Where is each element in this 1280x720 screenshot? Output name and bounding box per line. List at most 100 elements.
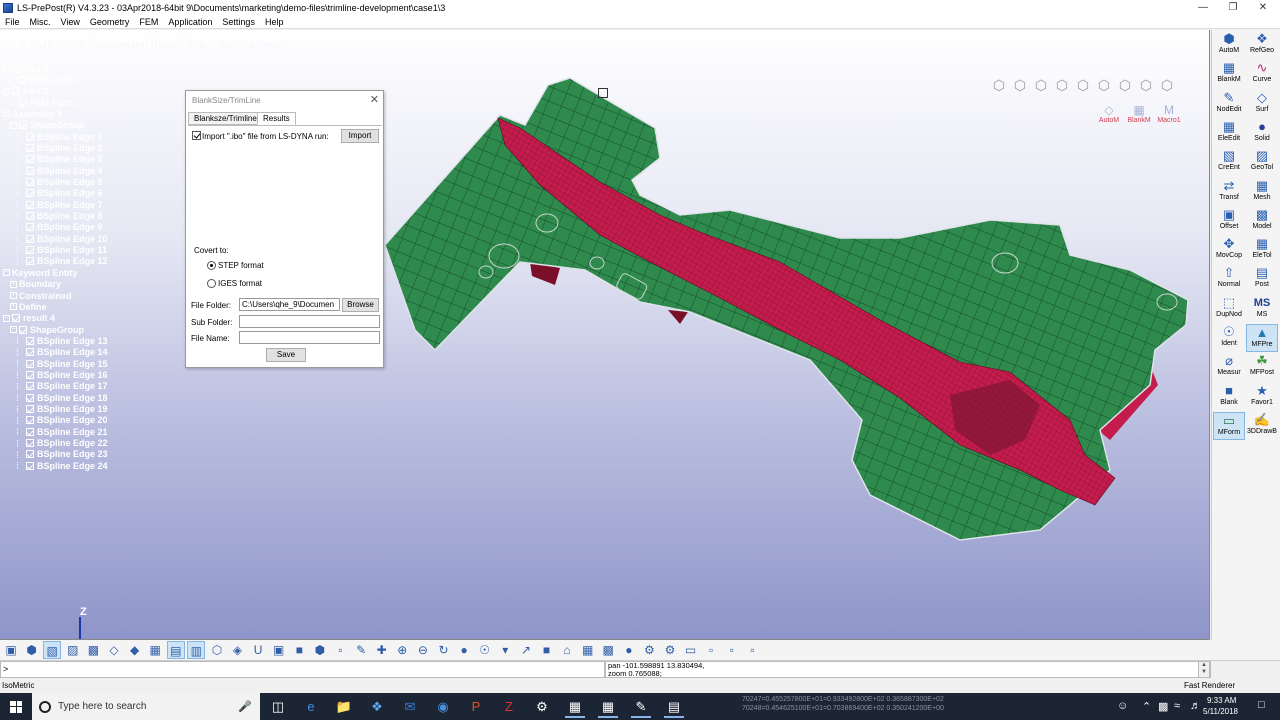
visibility-checkbox[interactable] [26,450,34,459]
bottom-tool-icon[interactable]: ▦ [146,641,164,659]
tree-item[interactable]: − Assembly 3 [3,108,62,119]
tree-item[interactable]: − Keyword Entity [3,267,78,278]
tree-item[interactable]: BSpline Edge 9 [17,222,103,233]
taskbar-search-box[interactable]: Type here to search 🎤 [32,693,260,720]
mini-tool-autom[interactable]: ◇ AutoM [1096,103,1122,124]
tree-item[interactable]: BSpline Edge 21 [17,426,108,437]
view-cube-icon[interactable]: ⬡ [1158,76,1176,94]
menu-geometry[interactable]: Geometry [85,17,135,27]
browse-button[interactable]: Browse [342,298,379,312]
visibility-checkbox[interactable] [26,439,34,448]
toolbar-button-creent[interactable]: ▧ CreEnt [1213,148,1245,176]
toolbar-button-geotol[interactable]: ▨ GeoTol [1246,148,1278,176]
visibility-checkbox[interactable] [19,98,27,107]
bottom-tool-icon[interactable]: ▭ [682,641,700,659]
bottom-tool-icon[interactable]: ▩ [84,641,102,659]
expand-toggle-icon[interactable]: − [3,65,10,72]
visibility-checkbox[interactable] [26,393,34,402]
snipping-tool-icon[interactable]: ✎ [627,695,655,718]
menu-misc[interactable]: Misc. [25,17,56,27]
bottom-tool-icon[interactable]: ↗ [517,641,535,659]
bottom-tool-icon[interactable]: ▦ [579,641,597,659]
toolbar-button-offset[interactable]: ▣ Offset [1213,207,1245,235]
toolbar-button-mform[interactable]: ▭ MForm [1213,411,1245,440]
tree-item[interactable]: BSpline Edge 5 [17,177,103,188]
maximize-button[interactable]: ❐ [1218,0,1248,15]
tree-item[interactable]: BSpline Edge 7 [17,199,103,210]
view-cube-icon[interactable]: ⬡ [1116,76,1134,94]
file-folder-input[interactable]: C:\Users\qhe_9\Documen [239,298,340,311]
file-name-input[interactable] [239,331,380,344]
mini-tool-macro1[interactable]: M Macro1 [1156,103,1182,124]
tree-item[interactable]: − Part 1 [3,63,48,74]
toolbar-button-blankm[interactable]: ▦ BlankM [1213,60,1245,88]
toolbar-button-solid[interactable]: ● Solid [1246,119,1278,147]
tree-item[interactable]: BSpline Edge 19 [17,404,108,415]
visibility-checkbox[interactable] [26,359,34,368]
import-checkbox[interactable] [192,131,201,140]
visibility-checkbox[interactable] [26,336,34,345]
dropbox-icon[interactable]: ❖ [363,695,391,718]
import-button[interactable]: Import [341,129,379,143]
bottom-tool-icon[interactable]: U [249,641,267,659]
tree-item[interactable]: + Boundary [10,279,61,290]
bottom-tool-icon[interactable]: ⬢ [23,641,41,659]
bottom-tool-icon[interactable]: ● [455,641,473,659]
toolbar-button-refgeo[interactable]: ❖ RefGeo [1246,31,1278,59]
bottom-tool-icon[interactable]: ⌂ [558,641,576,659]
minimize-button[interactable]: — [1188,0,1218,15]
volume-icon[interactable]: ♬ [1190,700,1201,712]
file-explorer-icon[interactable]: 📁 [330,695,358,718]
bottom-tool-icon[interactable]: ◆ [126,641,144,659]
tree-item[interactable]: BSpline Edge 1 [17,131,103,142]
expand-toggle-icon[interactable]: − [3,314,10,322]
visibility-checkbox[interactable] [26,246,34,255]
toolbar-button-transf[interactable]: ⇄ Transf [1213,178,1245,206]
step-format-radio[interactable] [207,261,216,270]
filezilla-icon[interactable]: Z [495,695,523,718]
toolbar-button-favor1[interactable]: ★ Favor1 [1246,383,1278,411]
toolbar-button-mesh[interactable]: ▦ Mesh [1246,178,1278,206]
tree-item[interactable]: BSpline Edge 24 [17,460,108,471]
chrome-icon[interactable]: ◉ [429,695,457,718]
tree-item[interactable]: BSpline Edge 22 [17,438,108,449]
bottom-tool-icon[interactable]: ▣ [2,641,20,659]
visibility-checkbox[interactable] [26,348,34,357]
bottom-tool-icon[interactable]: ⚙ [640,641,658,659]
toolbar-button-curve[interactable]: ∿ Curve [1246,60,1278,88]
command-input[interactable]: > [0,661,605,678]
menu-fem[interactable]: FEM [134,17,163,27]
toolbar-button-autom[interactable]: ⬢ AutoM [1213,31,1245,59]
view-cube-icon[interactable]: ⬡ [1074,76,1092,94]
edge-browser-icon[interactable]: e [297,695,325,718]
tree-item[interactable]: BSpline Edge 6 [17,188,103,199]
tree-item[interactable]: BSpline Edge 17 [17,381,108,392]
expand-toggle-icon[interactable]: − [3,269,10,277]
tree-item[interactable]: BSpline Edge 13 [17,335,108,346]
clock-time[interactable]: 9:33 AM [1207,696,1236,705]
tree-item[interactable]: BSpline Edge 11 [17,245,107,256]
bottom-tool-icon[interactable]: ⚙ [661,641,679,659]
tree-item[interactable]: BSpline Edge 12 [17,256,108,267]
expand-toggle-icon[interactable]: + [10,303,17,311]
visibility-checkbox[interactable] [26,382,34,391]
bottom-tool-icon[interactable]: ✎ [352,641,370,659]
visibility-checkbox[interactable] [26,257,34,266]
toolbar-button-blank[interactable]: ■ Blank [1213,383,1245,411]
tree-item[interactable]: FEM Parts [10,74,74,85]
message-scrollbar[interactable]: ▲ ▼ [1198,661,1210,678]
menu-application[interactable]: Application [163,17,217,27]
expand-toggle-icon[interactable]: − [3,110,10,118]
bottom-tool-icon[interactable]: ▧ [43,641,62,659]
tree-item[interactable]: + Constrained [10,290,72,301]
tree-item[interactable]: + Define [10,301,47,312]
bottom-tool-icon[interactable]: ⊕ [393,641,411,659]
visibility-checkbox[interactable] [12,64,20,73]
tree-item[interactable]: − ShapeGroup [10,324,84,335]
visibility-checkbox[interactable] [26,427,34,436]
toolbar-button-eletol[interactable]: ▦ EleTol [1246,236,1278,264]
bottom-tool-icon[interactable]: ● [620,641,638,659]
view-cube-icon[interactable]: ⬡ [1011,76,1029,94]
visibility-checkbox[interactable] [19,75,27,84]
tree-item[interactable]: − Part 2 [3,86,48,97]
